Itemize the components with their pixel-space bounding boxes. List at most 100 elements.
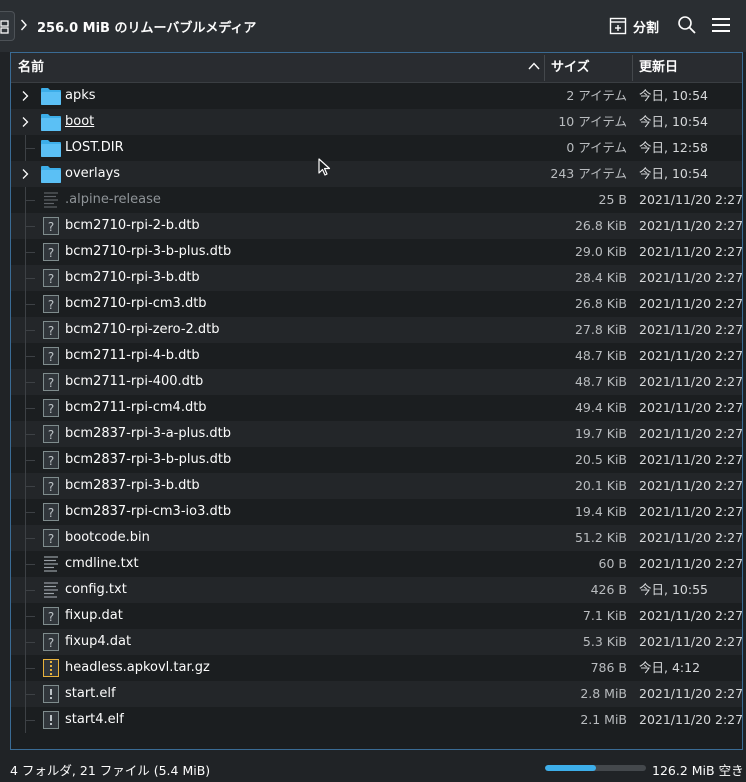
file-name[interactable]: bcm2710-rpi-3-b-plus.dtb [65, 239, 231, 265]
file-name[interactable]: headless.apkovl.tar.gz [65, 655, 210, 681]
file-row[interactable]: start4.elf 2.1 MiB 2021/11/20 2:27 [11, 707, 742, 733]
file-size: 7.1 KiB [582, 608, 627, 623]
breadcrumb-location[interactable]: 256.0 MiB のリムーバブルメディア [37, 17, 256, 36]
file-row[interactable]: ? bcm2710-rpi-3-b-plus.dtb 29.0 KiB 2021/11… [11, 239, 742, 265]
file-name[interactable]: config.txt [65, 577, 127, 603]
svg-text:?: ? [48, 532, 54, 546]
file-name[interactable]: bcm2711-rpi-4-b.dtb [65, 343, 200, 369]
file-row[interactable]: start.elf 2.8 MiB 2021/11/20 2:27 [11, 681, 742, 707]
file-row[interactable]: config.txt 426 B 今日, 10:55 [11, 577, 742, 603]
file-row[interactable]: ? bcm2710-rpi-zero-2.dtb 27.8 KiB 2021/11/2… [11, 317, 742, 343]
expand-chevron-icon[interactable] [19, 90, 31, 102]
folder-row[interactable]: LOST.DIR 0 アイテム 今日, 12:58 [11, 135, 742, 161]
column-header-modified[interactable]: 更新日 [639, 53, 678, 83]
file-date: 今日, 10:54 [639, 166, 708, 181]
file-name[interactable]: boot [65, 109, 94, 135]
file-date: 2021/11/20 2:27 [639, 530, 743, 545]
mouse-pointer-icon [318, 158, 331, 176]
file-size: 19.7 KiB [574, 426, 627, 441]
file-name[interactable]: start4.elf [65, 707, 124, 733]
file-size: 0 アイテム [566, 140, 627, 155]
file-row[interactable]: ? bcm2837-rpi-3-b-plus.dtb 20.5 KiB 2021/11… [11, 447, 742, 473]
file-row[interactable]: cmdline.txt 60 B 2021/11/20 2:27 [11, 551, 742, 577]
file-name[interactable]: bcm2710-rpi-2-b.dtb [65, 213, 200, 239]
svg-text:?: ? [48, 428, 54, 442]
file-name[interactable]: fixup4.dat [65, 629, 131, 655]
unknown-file-icon: ? [41, 633, 61, 651]
free-space-label[interactable]: 126.2 MiB 空き [652, 760, 744, 779]
file-row[interactable]: ? bcm2837-rpi-3-b.dtb 20.1 KiB 2021/11/20 2… [11, 473, 742, 499]
folder-row[interactable]: boot 10 アイテム 今日, 10:54 [11, 109, 742, 135]
file-row[interactable]: ? bcm2710-rpi-2-b.dtb 26.8 KiB 2021/11/20 2… [11, 213, 742, 239]
file-name[interactable]: bootcode.bin [65, 525, 150, 551]
file-row[interactable]: ? bcm2837-rpi-3-a-plus.dtb 19.7 KiB 2021/11… [11, 421, 742, 447]
column-header-size[interactable]: サイズ [551, 53, 590, 83]
file-row[interactable]: ? bcm2711-rpi-cm4.dtb 49.4 KiB 2021/11/20 2… [11, 395, 742, 421]
unknown-file-icon: ? [41, 269, 61, 287]
file-name[interactable]: bcm2837-rpi-3-b.dtb [65, 473, 200, 499]
tree-line [25, 434, 35, 435]
file-name[interactable]: .alpine-release [65, 187, 161, 213]
folder-row[interactable]: apks 2 アイテム 今日, 10:54 [11, 83, 742, 109]
hamburger-menu-icon[interactable] [711, 16, 731, 34]
tree-line [25, 512, 35, 513]
file-list-panel[interactable]: 名前 サイズ 更新日 apks 2 アイテム 今日, 10:54 boot 10 アイテ… [10, 52, 743, 750]
split-view-icon [609, 17, 627, 35]
file-name[interactable]: fixup.dat [65, 603, 123, 629]
file-date: 2021/11/20 2:27 [639, 348, 743, 363]
file-row[interactable]: ? bcm2711-rpi-400.dtb 48.7 KiB 2021/11/20 2… [11, 369, 742, 395]
file-date: 2021/11/20 2:27 [639, 504, 743, 519]
svg-text:?: ? [48, 480, 54, 494]
tree-line [25, 668, 35, 669]
file-name[interactable]: bcm2710-rpi-3-b.dtb [65, 265, 200, 291]
file-name[interactable]: bcm2711-rpi-400.dtb [65, 369, 203, 395]
svg-text:?: ? [48, 610, 54, 624]
folder-row[interactable]: overlays 243 アイテム 今日, 10:54 [11, 161, 742, 187]
column-divider[interactable] [544, 55, 545, 81]
tree-line [25, 694, 35, 695]
file-row[interactable]: ? bcm2710-rpi-cm3.dtb 26.8 KiB 2021/11/20 2… [11, 291, 742, 317]
expand-chevron-icon[interactable] [19, 116, 31, 128]
column-header-name[interactable]: 名前 [18, 53, 44, 83]
tree-line [25, 538, 35, 539]
file-row[interactable]: ? bcm2837-rpi-cm3-io3.dtb 19.4 KiB 2021/11/… [11, 499, 743, 525]
unknown-file-icon: ? [41, 425, 61, 443]
svg-text:?: ? [48, 246, 54, 260]
file-row[interactable]: headless.apkovl.tar.gz 786 B 今日, 4:12 [11, 655, 742, 681]
file-row[interactable]: ? fixup4.dat 5.3 KiB 2021/11/20 2:27 [11, 629, 742, 655]
column-divider[interactable] [632, 55, 633, 81]
file-name[interactable]: apks [65, 83, 96, 109]
file-name[interactable]: bcm2837-rpi-3-b-plus.dtb [65, 447, 231, 473]
view-mode-button[interactable] [0, 11, 15, 41]
file-name[interactable]: start.elf [65, 681, 116, 707]
file-size: 10 アイテム [558, 114, 627, 129]
file-size: 26.8 KiB [574, 296, 627, 311]
file-name[interactable]: bcm2710-rpi-cm3.dtb [65, 291, 207, 317]
file-name[interactable]: bcm2711-rpi-cm4.dtb [65, 395, 207, 421]
toolbar: 256.0 MiB のリムーバブルメディア 分割 [0, 0, 746, 52]
file-name[interactable]: bcm2837-rpi-cm3-io3.dtb [65, 499, 231, 525]
file-name[interactable]: bcm2837-rpi-3-a-plus.dtb [65, 421, 231, 447]
file-name[interactable]: LOST.DIR [65, 135, 124, 161]
free-space-bar[interactable] [545, 765, 646, 771]
file-row[interactable]: ? bcm2710-rpi-3-b.dtb 28.4 KiB 2021/11/20 2… [11, 265, 742, 291]
file-date: 今日, 4:12 [639, 660, 701, 675]
file-row[interactable]: .alpine-release 25 B 2021/11/20 2:27 [11, 187, 742, 213]
tree-line [25, 616, 35, 617]
file-row[interactable]: ? bcm2711-rpi-4-b.dtb 48.7 KiB 2021/11/20 2… [11, 343, 743, 369]
search-icon[interactable] [677, 15, 697, 35]
file-row[interactable]: ? fixup.dat 7.1 KiB 2021/11/20 2:27 [11, 603, 742, 629]
folder-icon [41, 113, 61, 131]
file-name[interactable]: bcm2710-rpi-zero-2.dtb [65, 317, 220, 343]
split-button[interactable]: 分割 [609, 13, 659, 39]
file-name[interactable]: cmdline.txt [65, 551, 139, 577]
tree-line [25, 330, 35, 331]
executable-file-icon [41, 711, 61, 729]
expand-chevron-icon[interactable] [19, 168, 31, 180]
file-row[interactable]: ? bootcode.bin 51.2 KiB 2021/11/20 2:27 [11, 525, 743, 551]
sort-ascending-icon[interactable] [528, 61, 540, 71]
file-size: 19.4 KiB [574, 504, 627, 519]
folder-icon [41, 165, 61, 183]
tree-line [25, 408, 35, 409]
file-name[interactable]: overlays [65, 161, 120, 187]
